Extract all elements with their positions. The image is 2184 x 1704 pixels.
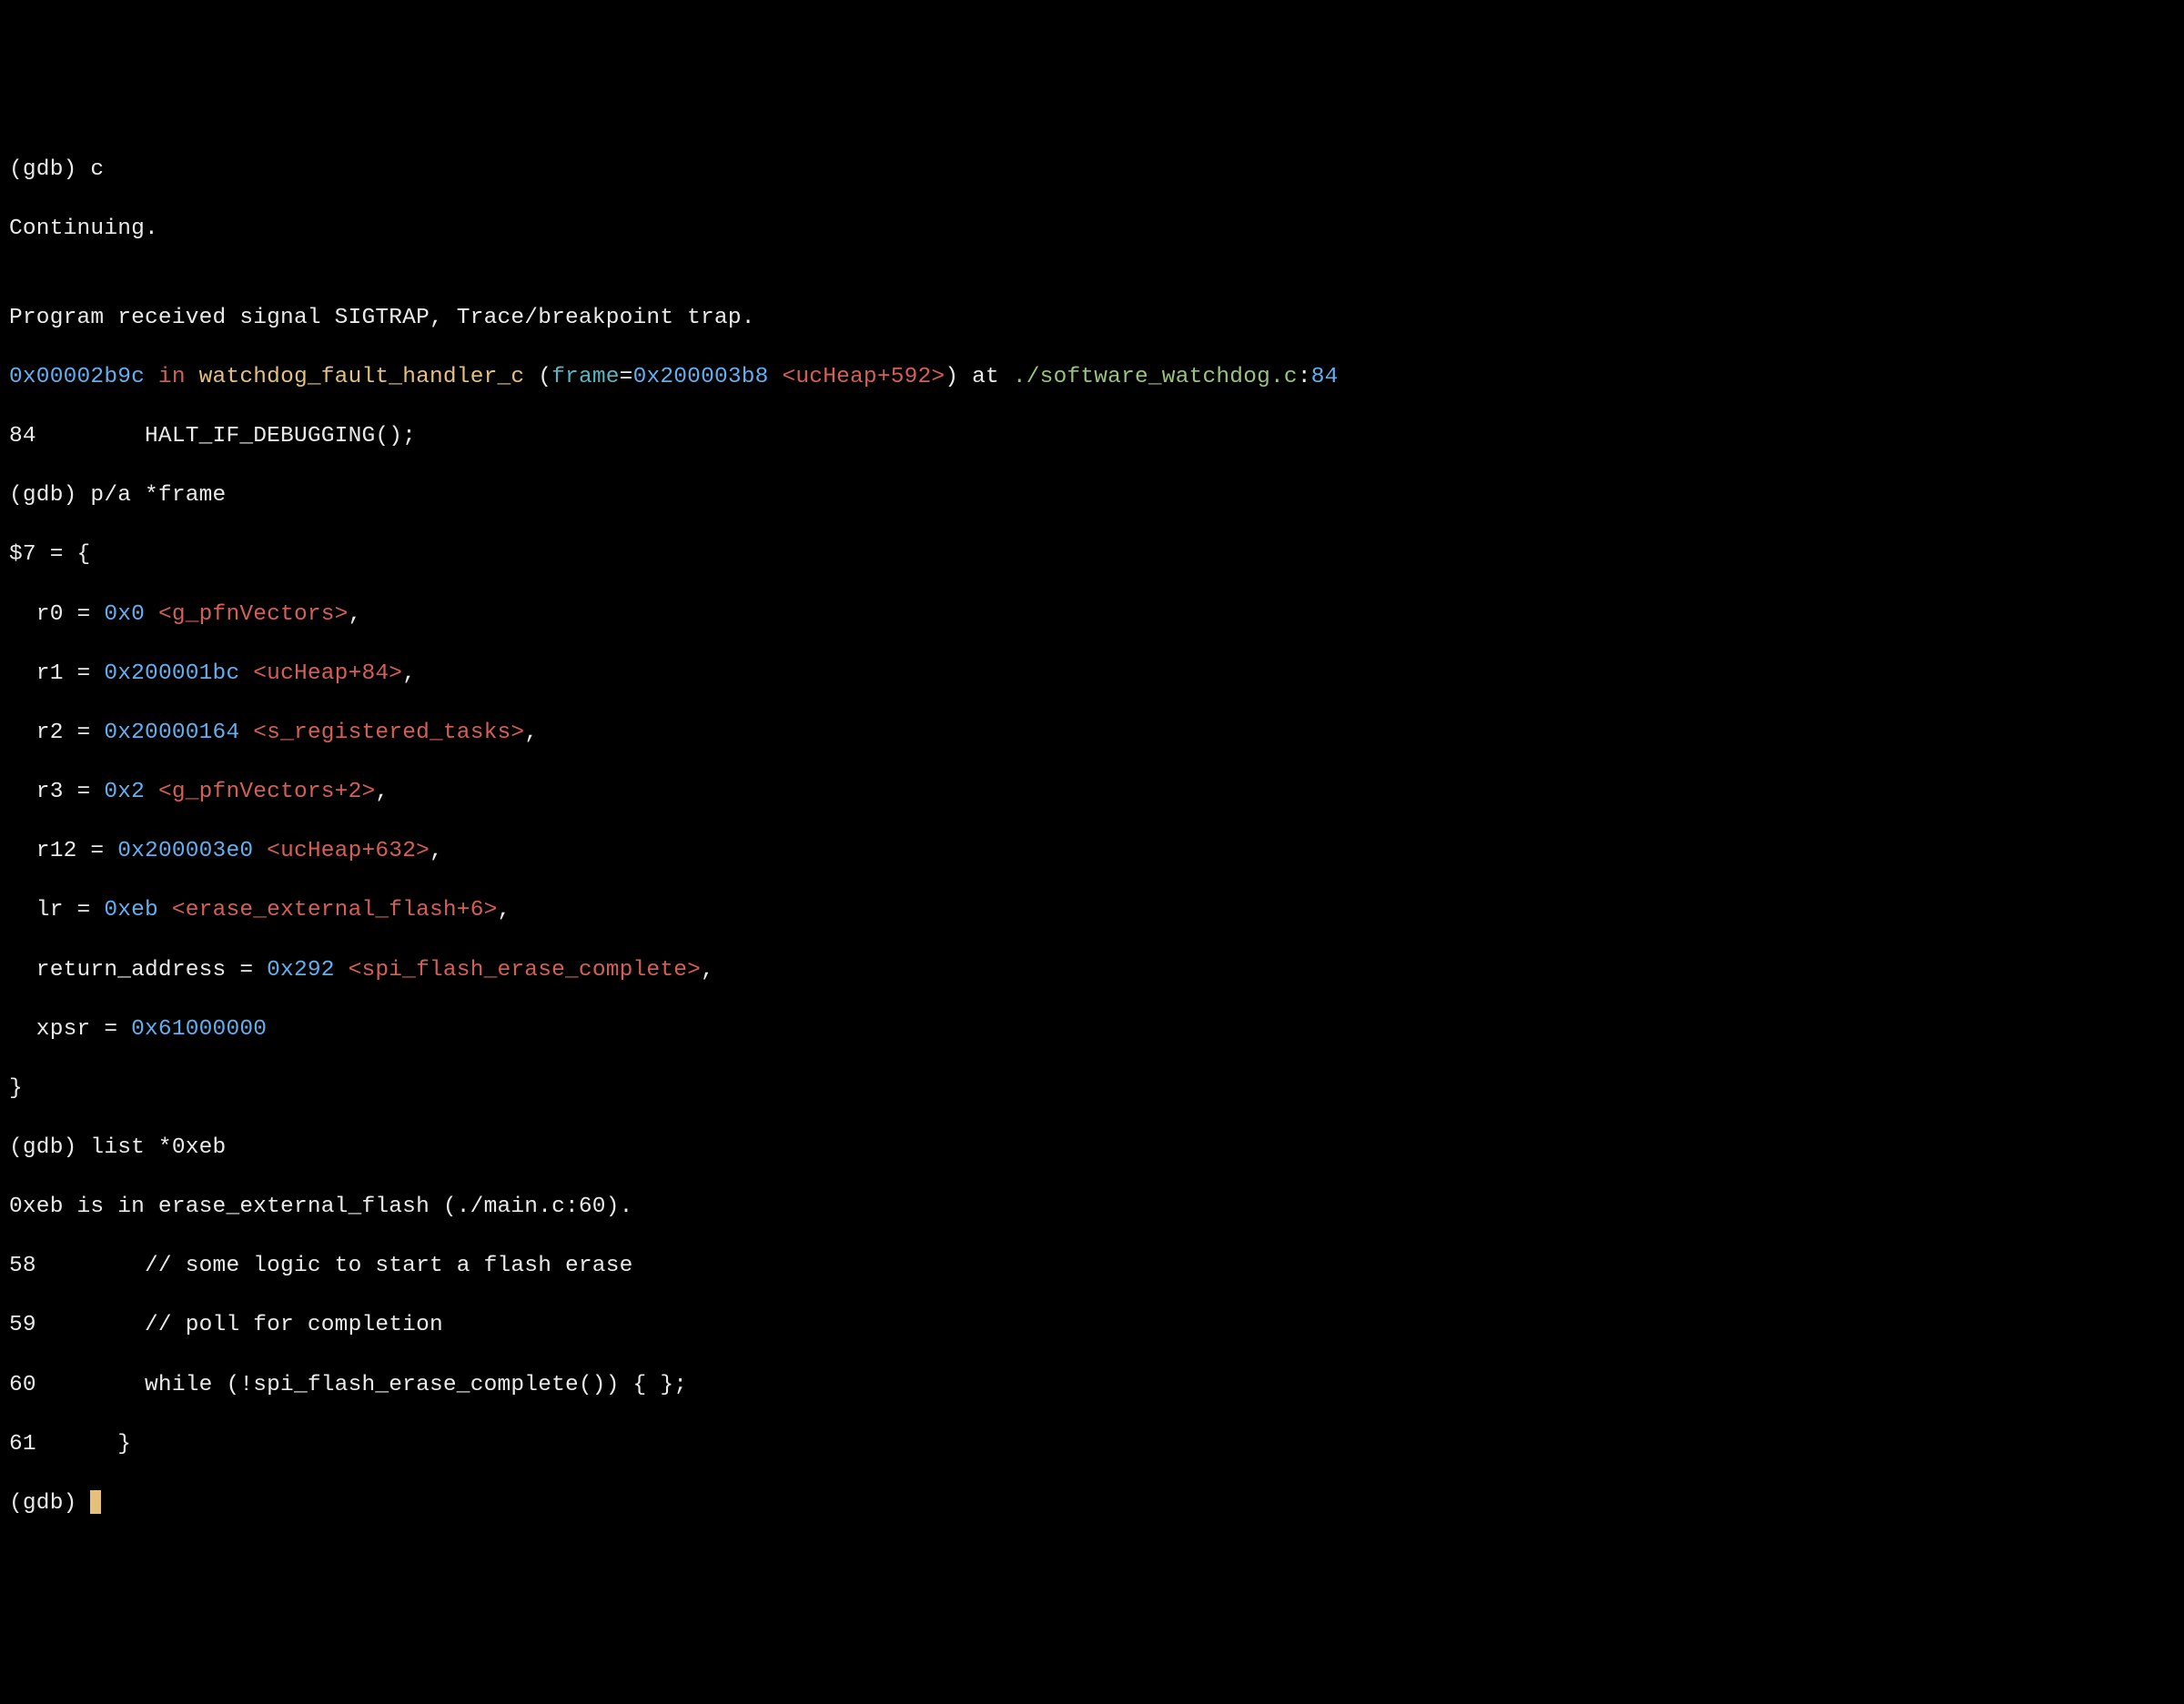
reg-hex: 0x2 — [104, 780, 145, 804]
gdb-prompt: (gdb) — [9, 157, 90, 182]
register-lr: lr = 0xeb <erase_external_flash+6>, — [9, 896, 2175, 926]
comma: , — [402, 661, 416, 686]
space — [524, 365, 538, 389]
arg-symbol: <ucHeap+592> — [769, 365, 945, 389]
source-context-line: 84 HALT_IF_DEBUGGING(); — [9, 422, 2175, 452]
source-line-58: 58 // some logic to start a flash erase — [9, 1252, 2175, 1282]
list-result-line: 0xeb is in erase_external_flash (./main.… — [9, 1193, 2175, 1223]
src-lineno: 84 — [9, 424, 36, 449]
source-line-61: 61 } — [9, 1430, 2175, 1460]
arg-name: frame — [551, 365, 620, 389]
reg-hex: 0x61000000 — [131, 1017, 267, 1042]
comma: , — [375, 780, 389, 804]
arg-hex: 0x200003b8 — [633, 365, 769, 389]
reg-label: r0 = — [9, 602, 104, 627]
reg-label: r3 = — [9, 780, 104, 804]
register-r2: r2 = 0x20000164 <s_registered_tasks>, — [9, 719, 2175, 749]
reg-symbol: <spi_flash_erase_complete> — [335, 958, 701, 983]
gdb-prompt: (gdb) — [9, 483, 90, 508]
reg-hex: 0x0 — [104, 602, 145, 627]
line-number: 84 — [1311, 365, 1339, 389]
reg-symbol: <g_pfnVectors+2> — [145, 780, 375, 804]
reg-label: lr = — [9, 898, 104, 923]
gdb-prompt-line[interactable]: (gdb) list *0xeb — [9, 1134, 2175, 1164]
src-text: while (!spi_flash_erase_complete()) { }; — [36, 1373, 687, 1397]
gdb-prompt-line-active[interactable]: (gdb) — [9, 1489, 2175, 1519]
register-r0: r0 = 0x0 <g_pfnVectors>, — [9, 600, 2175, 630]
gdb-command: p/a *frame — [90, 483, 226, 508]
source-line-60: 60 while (!spi_flash_erase_complete()) {… — [9, 1371, 2175, 1401]
reg-hex: 0x292 — [267, 958, 335, 983]
gdb-command: c — [90, 157, 104, 182]
gdb-prompt: (gdb) — [9, 1135, 90, 1160]
cursor-icon — [90, 1490, 101, 1514]
lparen: ( — [538, 365, 551, 389]
comma: , — [701, 958, 714, 983]
register-r12: r12 = 0x200003e0 <ucHeap+632>, — [9, 837, 2175, 867]
gdb-command: list *0xeb — [90, 1135, 226, 1160]
src-text: // poll for completion — [36, 1313, 443, 1337]
reg-label: r2 = — [9, 721, 104, 745]
signal-line: Program received signal SIGTRAP, Trace/b… — [9, 304, 2175, 334]
reg-hex: 0xeb — [104, 898, 158, 923]
src-lineno: 59 — [9, 1313, 36, 1337]
src-lineno: 60 — [9, 1373, 36, 1397]
at-keyword: at — [958, 365, 1013, 389]
equals: = — [620, 365, 633, 389]
reg-label: r12 = — [9, 839, 117, 863]
reg-label: return_address = — [9, 958, 267, 983]
gdb-prompt-line[interactable]: (gdb) p/a *frame — [9, 481, 2175, 511]
src-lineno: 58 — [9, 1254, 36, 1278]
reg-symbol: <s_registered_tasks> — [239, 721, 524, 745]
gdb-prompt: (gdb) — [9, 1491, 90, 1516]
struct-close-line: } — [9, 1074, 2175, 1104]
output-line: Continuing. — [9, 215, 2175, 245]
address: 0x00002b9c — [9, 365, 145, 389]
register-xpsr: xpsr = 0x61000000 — [9, 1015, 2175, 1045]
src-lineno: 61 — [9, 1432, 36, 1457]
terminal-output: (gdb) c Continuing. Program received sig… — [9, 126, 2175, 1548]
comma: , — [498, 898, 511, 923]
reg-label: xpsr = — [9, 1017, 131, 1042]
gdb-prompt-line[interactable]: (gdb) c — [9, 156, 2175, 186]
comma: , — [349, 602, 362, 627]
comma: , — [430, 839, 443, 863]
src-text: } — [36, 1432, 131, 1457]
reg-hex: 0x20000164 — [104, 721, 239, 745]
rparen: ) — [945, 365, 958, 389]
reg-symbol: <ucHeap+632> — [253, 839, 430, 863]
colon: : — [1298, 365, 1311, 389]
register-r3: r3 = 0x2 <g_pfnVectors+2>, — [9, 778, 2175, 808]
reg-symbol: <erase_external_flash+6> — [158, 898, 498, 923]
register-return-address: return_address = 0x292 <spi_flash_erase_… — [9, 956, 2175, 986]
reg-symbol: <ucHeap+84> — [239, 661, 402, 686]
reg-label: r1 = — [9, 661, 104, 686]
register-r1: r1 = 0x200001bc <ucHeap+84>, — [9, 660, 2175, 690]
frame-location-line: 0x00002b9c in watchdog_fault_handler_c (… — [9, 363, 2175, 393]
reg-symbol: <g_pfnVectors> — [145, 602, 349, 627]
src-text: // some logic to start a flash erase — [36, 1254, 633, 1278]
reg-hex: 0x200001bc — [104, 661, 239, 686]
function-name: watchdog_fault_handler_c — [199, 365, 525, 389]
struct-open-line: $7 = { — [9, 540, 2175, 570]
in-keyword: in — [145, 365, 199, 389]
comma: , — [524, 721, 538, 745]
source-path: ./software_watchdog.c — [1013, 365, 1298, 389]
source-line-59: 59 // poll for completion — [9, 1311, 2175, 1341]
reg-hex: 0x200003e0 — [117, 839, 253, 863]
src-text: HALT_IF_DEBUGGING(); — [36, 424, 416, 449]
